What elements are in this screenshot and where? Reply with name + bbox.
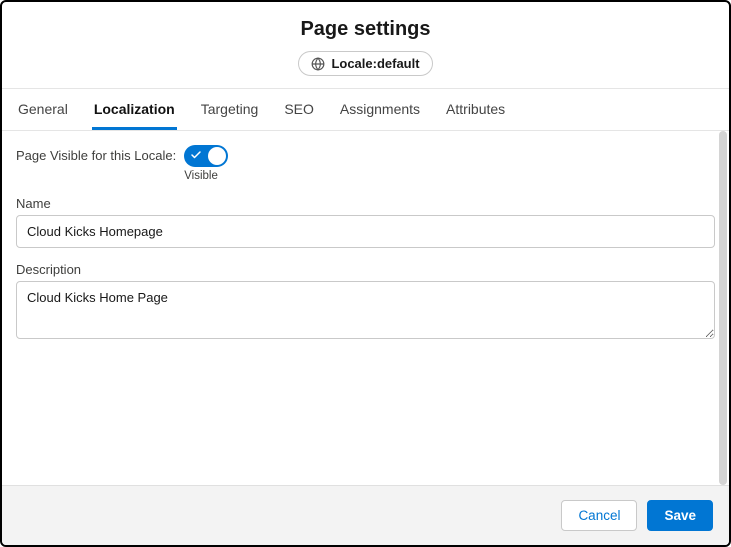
scrollbar[interactable] (719, 131, 727, 485)
tab-targeting[interactable]: Targeting (199, 89, 261, 130)
description-label: Description (16, 262, 715, 277)
visibility-row: Page Visible for this Locale: Visible (16, 145, 715, 182)
visibility-label: Page Visible for this Locale: (16, 145, 176, 163)
name-label: Name (16, 196, 715, 211)
content-area: Page Visible for this Locale: Visible Na… (2, 131, 729, 485)
check-icon (190, 149, 202, 161)
tab-assignments[interactable]: Assignments (338, 89, 422, 130)
locale-badge[interactable]: Locale:default (298, 51, 432, 76)
tab-attributes[interactable]: Attributes (444, 89, 507, 130)
visibility-status: Visible (184, 170, 218, 182)
globe-icon (311, 57, 325, 71)
cancel-button[interactable]: Cancel (561, 500, 637, 531)
modal-header: Page settings Locale:default (2, 2, 729, 88)
tab-general[interactable]: General (16, 89, 70, 130)
description-input[interactable] (16, 281, 715, 339)
toggle-knob (208, 147, 226, 165)
page-settings-modal: Page settings Locale:default General Loc… (0, 0, 731, 547)
tab-seo[interactable]: SEO (282, 89, 316, 130)
name-input[interactable] (16, 215, 715, 248)
description-field: Description (16, 262, 715, 342)
save-button[interactable]: Save (647, 500, 713, 531)
locale-label: Locale:default (331, 56, 419, 71)
tabs-container: General Localization Targeting SEO Assig… (2, 88, 729, 131)
tab-localization[interactable]: Localization (92, 89, 177, 130)
tabs: General Localization Targeting SEO Assig… (2, 89, 729, 130)
visibility-toggle[interactable] (184, 145, 228, 167)
name-field: Name (16, 196, 715, 248)
modal-footer: Cancel Save (2, 485, 729, 545)
page-title: Page settings (2, 18, 729, 41)
